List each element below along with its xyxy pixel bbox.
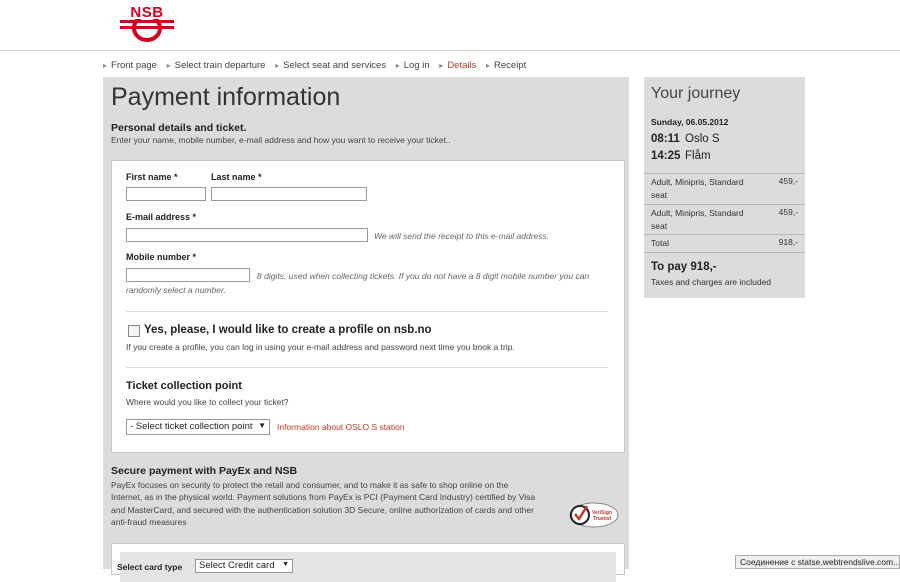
- divider: [644, 173, 805, 174]
- card-type-selected: Select Credit card: [199, 560, 275, 571]
- arrival-station: Flåm: [685, 150, 711, 162]
- mobile-input[interactable]: [126, 268, 250, 282]
- secure-payment-text: PayEx focuses on security to protect the…: [111, 480, 536, 528]
- arrival-row: 14:25 Flåm: [651, 150, 711, 162]
- page-title: Payment information: [111, 83, 341, 111]
- departure-time: 08:11: [651, 133, 680, 145]
- journey-panel: Your journey Sunday, 06.05.2012 08:11 Osl…: [644, 77, 805, 298]
- browser-status-bar: Соединение с statse.webtrendslive.com...: [735, 555, 900, 569]
- payment-panel: Payment information Personal details and…: [103, 77, 629, 582]
- last-name-input[interactable]: [211, 187, 367, 201]
- to-pay-amount: To pay 918,-: [651, 261, 717, 273]
- divider: [644, 252, 805, 253]
- personal-details-heading: Personal details and ticket.: [111, 122, 247, 134]
- breadcrumb-log-in[interactable]: Log in: [404, 60, 430, 71]
- journey-title: Your journey: [651, 85, 741, 102]
- ticket-item-price: 459,-: [778, 176, 798, 186]
- verisign-trusted-badge-icon[interactable]: VeriSign Trusted: [568, 501, 620, 529]
- total-label: Total: [651, 238, 669, 248]
- divider: [644, 204, 805, 205]
- mobile-hint-continued: randomly select a number.: [126, 285, 226, 295]
- secure-payment-heading: Secure payment with PayEx and NSB: [111, 465, 298, 477]
- ticket-collection-question: Where would you like to collect your tic…: [126, 397, 289, 407]
- divider: [126, 367, 608, 368]
- breadcrumb-arrow-icon: ▸: [486, 61, 491, 70]
- ticket-item-desc: Adult, Minipris, Standard seat: [651, 177, 744, 200]
- breadcrumb: ▸ Front page ▸ Select train departure ▸ Sel…: [103, 60, 533, 71]
- mobile-label: Mobile number *: [126, 252, 197, 262]
- nsb-logo[interactable]: NSB: [118, 2, 176, 44]
- breadcrumb-arrow-icon: ▸: [166, 61, 171, 70]
- arrival-time: 14:25: [651, 150, 681, 162]
- divider: [644, 234, 805, 235]
- create-profile-checkbox[interactable]: [128, 325, 140, 337]
- breadcrumb-receipt: Receipt: [494, 60, 527, 71]
- divider: [126, 311, 608, 312]
- ticket-item-desc: Adult, Minipris, Standard seat: [651, 208, 744, 231]
- badge-line-2: Trusted: [593, 516, 611, 522]
- taxes-note: Taxes and charges are included: [651, 277, 772, 287]
- logo-text: NSB: [130, 4, 164, 21]
- ticket-collection-heading: Ticket collection point: [126, 380, 242, 392]
- create-profile-text: If you create a profile, you can log in …: [126, 342, 515, 352]
- email-input[interactable]: [126, 228, 368, 242]
- journey-date: Sunday, 06.05.2012: [651, 117, 729, 127]
- dropdown-arrow-icon: ▼: [282, 561, 289, 568]
- ticket-collection-select[interactable]: - Select ticket collection point ▼: [126, 419, 270, 435]
- breadcrumb-arrow-icon: ▸: [395, 61, 400, 70]
- email-hint: We will send the receipt to this e-mail …: [374, 231, 550, 241]
- mobile-hint: 8 digits, used when collecting tickets. …: [257, 271, 590, 281]
- ticket-item-price: 459,-: [778, 207, 798, 217]
- personal-details-card: First name * Last name * E-mail address …: [111, 160, 625, 453]
- breadcrumb-arrow-icon: ▸: [439, 61, 444, 70]
- first-name-input[interactable]: [126, 187, 206, 201]
- card-payment-box: [111, 543, 625, 582]
- first-name-label: First name *: [126, 172, 178, 182]
- create-profile-label[interactable]: Yes, please, I would like to create a pr…: [144, 324, 432, 336]
- ticket-collection-selected: - Select ticket collection point: [130, 421, 253, 432]
- personal-details-text: Enter your name, mobile number, e-mail a…: [111, 135, 451, 145]
- breadcrumb-details: Details: [447, 60, 477, 71]
- card-type-select[interactable]: Select Credit card ▼: [195, 559, 293, 573]
- oslo-station-info-link[interactable]: Information about OSLO S station: [277, 422, 405, 432]
- card-type-label: Select card type: [117, 562, 183, 572]
- departure-station: Oslo S: [685, 133, 720, 145]
- dropdown-arrow-icon: ▼: [258, 421, 266, 430]
- email-label: E-mail address *: [126, 212, 197, 222]
- breadcrumb-arrow-icon: ▸: [103, 61, 108, 70]
- site-header: NSB: [0, 0, 900, 51]
- breadcrumb-select-departure[interactable]: Select train departure: [175, 60, 266, 71]
- total-value: 918,-: [778, 237, 798, 247]
- last-name-label: Last name *: [211, 172, 262, 182]
- breadcrumb-front-page[interactable]: Front page: [111, 60, 157, 71]
- breadcrumb-arrow-icon: ▸: [275, 61, 280, 70]
- departure-row: 08:11 Oslo S: [651, 133, 720, 145]
- breadcrumb-select-seat[interactable]: Select seat and services: [283, 60, 386, 71]
